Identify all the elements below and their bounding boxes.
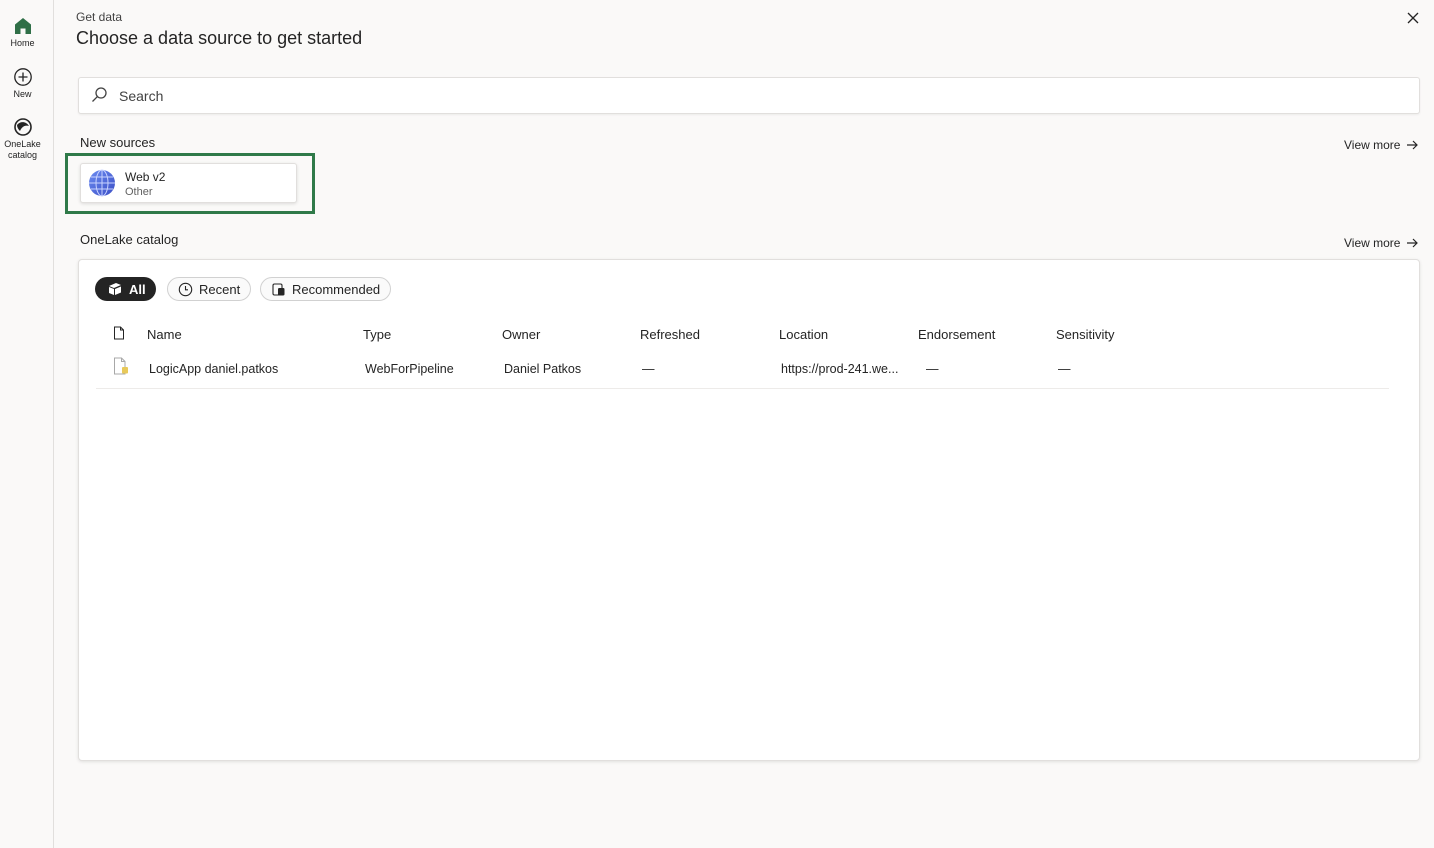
rail-new-label: New [13, 89, 32, 99]
clock-icon [178, 282, 193, 296]
file-icon [114, 357, 128, 375]
search-box[interactable] [78, 77, 1420, 114]
globe-icon [89, 169, 115, 197]
catalog-view-more-link[interactable]: View more [1344, 236, 1419, 250]
cell-owner: Daniel Patkos [504, 362, 582, 376]
rail-catalog-label: OneLake catalog [4, 139, 41, 161]
left-rail: Home New OneLake catalog [0, 0, 54, 848]
rail-catalog-label-line2: catalog [7, 150, 38, 160]
close-button[interactable] [1405, 10, 1421, 26]
cell-type: WebForPipeline [365, 362, 454, 376]
table-row[interactable] [96, 350, 1389, 388]
file-type-icon [114, 326, 124, 340]
dialog-subtitle: Get data [76, 10, 123, 24]
source-card-web-v2[interactable]: Web v2 Other [80, 163, 297, 203]
source-name: Web v2 [125, 170, 166, 184]
column-header-type[interactable]: Type [363, 327, 391, 342]
rail-home[interactable]: Home [0, 16, 45, 49]
recommended-icon [272, 282, 285, 296]
filter-recommended[interactable]: Recommended [260, 277, 392, 301]
rail-onelake-catalog[interactable]: OneLake catalog [0, 117, 45, 161]
arrow-right-icon [1407, 238, 1419, 248]
rail-home-label: Home [10, 38, 35, 48]
onelake-catalog-icon [13, 118, 32, 136]
dialog-title: Choose a data source to get started [76, 28, 363, 48]
column-header-name[interactable]: Name [147, 327, 182, 342]
cell-name: LogicApp daniel.patkos [149, 362, 279, 376]
row-divider [96, 388, 1389, 389]
search-icon [92, 87, 107, 102]
catalog-panel: All Recent Recommended Name Type Owner R… [78, 259, 1420, 761]
arrow-right-icon [1407, 140, 1419, 150]
search-input[interactable] [119, 78, 1399, 113]
plus-circle-icon [13, 68, 32, 86]
filter-all[interactable]: All [95, 277, 156, 301]
rail-new[interactable]: New [0, 67, 45, 100]
cell-refreshed: — [642, 362, 655, 376]
filter-recommended-label: Recommended [292, 281, 381, 297]
onelake-catalog-title: OneLake catalog [80, 232, 179, 247]
home-icon [14, 18, 31, 34]
column-header-owner[interactable]: Owner [502, 327, 540, 342]
cell-sensitivity: — [1058, 362, 1071, 376]
all-items-icon [109, 283, 121, 295]
new-sources-view-more-link[interactable]: View more [1344, 138, 1419, 152]
view-more-label: View more [1344, 236, 1401, 250]
filter-recent-label: Recent [199, 281, 241, 297]
view-more-label: View more [1344, 138, 1401, 152]
cell-location: https://prod-241.we... [781, 362, 899, 376]
filter-all-label: All [129, 281, 146, 297]
column-header-location[interactable]: Location [779, 327, 828, 342]
source-category: Other [125, 186, 153, 198]
rail-catalog-label-line1: OneLake [4, 139, 41, 149]
column-header-endorsement[interactable]: Endorsement [918, 327, 995, 342]
column-header-sensitivity[interactable]: Sensitivity [1056, 327, 1115, 342]
close-icon [1407, 12, 1419, 24]
new-sources-title: New sources [80, 135, 156, 150]
filter-recent[interactable]: Recent [167, 277, 252, 301]
column-header-refreshed[interactable]: Refreshed [640, 327, 700, 342]
cell-endorsement: — [926, 362, 939, 376]
